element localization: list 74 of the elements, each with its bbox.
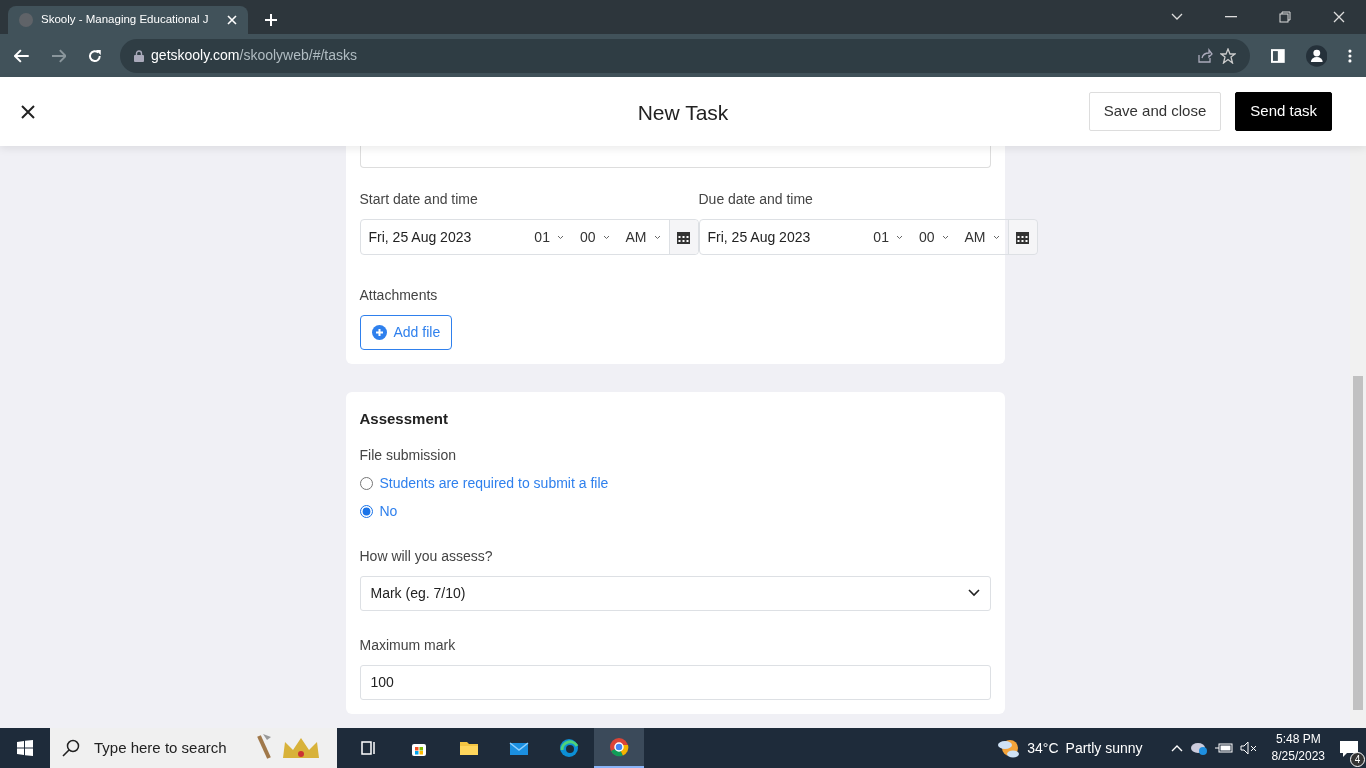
field-label: File submission [359, 445, 457, 465]
chevron-down-icon [967, 589, 980, 597]
assessment-select[interactable]: Mark (eg. 7/10) [359, 575, 991, 611]
calendar-icon [1016, 230, 1029, 244]
windows-icon[interactable] [17, 740, 33, 756]
page-title: New Task [637, 100, 729, 126]
save-button[interactable]: Save and close [1088, 92, 1222, 131]
reload-icon[interactable] [87, 47, 104, 64]
hour-select[interactable]: 01 [865, 220, 911, 254]
date-value[interactable]: Fri, 25 Aug 2023 [699, 226, 866, 248]
chevron-up-icon[interactable] [1170, 744, 1183, 752]
radio-label[interactable]: Students are required to submit a file [379, 472, 609, 494]
share-icon[interactable] [1196, 47, 1213, 64]
temperature-text: 34°C [1027, 738, 1059, 758]
chevron-down-icon[interactable] [1171, 13, 1183, 21]
more-icon[interactable] [1348, 48, 1352, 63]
browser-swirl-icon[interactable] [559, 738, 579, 758]
calendar-button[interactable] [668, 220, 698, 254]
chevron-down-icon [895, 234, 903, 240]
max-mark-field[interactable]: 100 [359, 664, 991, 700]
weather-icon [996, 737, 1021, 759]
field-label: Due date and time [698, 190, 814, 209]
close-icon[interactable] [20, 103, 36, 120]
back-arrow-icon[interactable] [14, 48, 30, 63]
calendar-button[interactable] [1007, 220, 1037, 254]
notification-count: 4 [1350, 751, 1365, 767]
scrollbar-thumb[interactable] [1353, 376, 1363, 710]
globe-icon [18, 12, 34, 28]
star-icon[interactable] [1219, 47, 1236, 64]
new-tab-icon[interactable] [264, 13, 278, 27]
chevron-down-icon [653, 234, 661, 240]
radio-button[interactable] [359, 504, 373, 518]
speaker-muted-icon[interactable] [1239, 741, 1258, 755]
chevron-down-icon [556, 234, 564, 240]
lock-icon [134, 49, 145, 62]
chevron-down-icon [941, 234, 949, 240]
send-task-button[interactable]: Send task [1235, 92, 1332, 131]
date-value[interactable]: Fri, 25 Aug 2023 [360, 226, 527, 248]
minute-select[interactable]: 00 [571, 220, 618, 254]
time-text: 5:48 PM [1274, 731, 1322, 748]
hour-select[interactable]: 01 [526, 220, 572, 254]
period-select[interactable]: AM [617, 220, 669, 254]
chevron-down-icon [992, 234, 1000, 240]
section-title: Assessment [359, 409, 449, 429]
battery-plug-icon[interactable] [1214, 742, 1233, 754]
restore-icon[interactable] [1279, 11, 1291, 23]
browser-tab[interactable]: Skooly - Managing Educational J [8, 6, 248, 34]
radio-button[interactable] [359, 476, 373, 490]
period-select[interactable]: AM [956, 220, 1008, 254]
plus-circle-icon [371, 325, 387, 340]
tab-title: Skooly - Managing Educational J [41, 12, 209, 28]
address-bar[interactable]: getskooly.com/skoolyweb/#/tasks [120, 38, 1250, 73]
field-label: How will you assess? [359, 546, 494, 566]
minimize-icon[interactable] [1225, 16, 1237, 18]
profile-icon[interactable] [1305, 44, 1328, 67]
forward-arrow-icon [50, 48, 67, 63]
field-label: Maximum mark [359, 635, 457, 655]
chevron-down-icon [602, 234, 610, 240]
cloud-sync-icon[interactable] [1189, 741, 1208, 755]
taskbar-search[interactable]: Type here to search [50, 728, 337, 768]
weather-text: Partly sunny [1065, 738, 1143, 758]
minute-select[interactable]: 00 [910, 220, 957, 254]
url-text: getskooly.com/skoolyweb/#/tasks [151, 46, 358, 65]
text-field[interactable] [359, 146, 991, 168]
add-file-button[interactable]: Add file [359, 315, 453, 350]
calendar-icon [677, 230, 690, 244]
field-label: Attachments [359, 286, 439, 305]
side-panel-icon[interactable] [1270, 48, 1285, 63]
radio-label[interactable]: No [379, 500, 398, 522]
date-text: 8/25/2023 [1271, 748, 1325, 765]
search-icon [62, 739, 80, 757]
chrome-icon[interactable] [609, 737, 629, 757]
scrollbar[interactable] [1350, 146, 1366, 728]
field-label: Start date and time [359, 190, 479, 209]
